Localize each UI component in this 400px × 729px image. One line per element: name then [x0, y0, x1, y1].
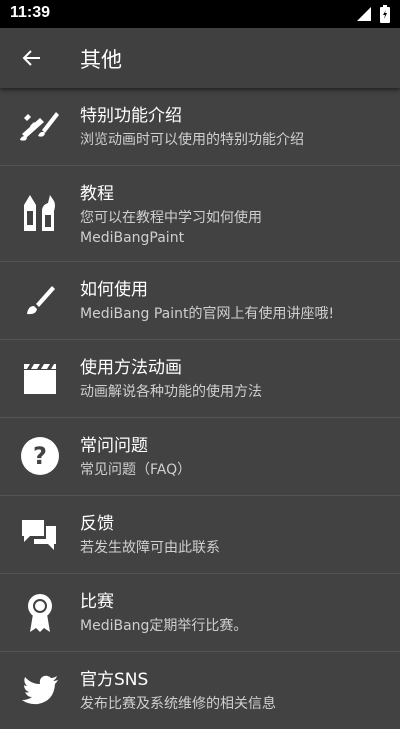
- brush-icon: [18, 278, 62, 322]
- app-bar: 其他: [0, 28, 400, 88]
- settings-list: 特别功能介绍 浏览动画时可以使用的特别功能介绍 教程 您可以在教程中学习如何使用…: [0, 88, 400, 729]
- item-description: 您可以在教程中学习如何使用: [80, 210, 262, 226]
- list-item-faq[interactable]: ? 常问问题 常见问题（FAQ）: [0, 418, 400, 496]
- status-icons: [356, 5, 390, 23]
- item-title: 特别功能介绍: [80, 106, 182, 126]
- twitter-bird-icon: [18, 668, 62, 712]
- item-title: 教程: [80, 184, 114, 204]
- item-description: 发布比赛及系统维修的相关信息: [80, 696, 276, 712]
- item-description: 常见问题（FAQ）: [80, 462, 192, 478]
- ribbon-award-icon: [18, 590, 62, 634]
- item-title: 如何使用: [80, 280, 148, 300]
- svg-text:?: ?: [33, 442, 47, 470]
- status-time: 11:39: [10, 4, 51, 21]
- item-title: 反馈: [80, 514, 114, 534]
- item-description: MediBang Paint的官网上有使用讲座哦!: [80, 306, 335, 322]
- item-description-line2: MediBangPaint: [80, 230, 185, 246]
- back-button[interactable]: [12, 38, 52, 78]
- item-title: 比赛: [80, 592, 114, 612]
- item-title: 常问问题: [80, 436, 148, 456]
- pens-icon: [18, 191, 62, 235]
- item-description: 动画解说各种功能的使用方法: [80, 384, 262, 400]
- list-item-tutorial[interactable]: 教程 您可以在教程中学习如何使用 MediBangPaint: [0, 166, 400, 262]
- item-description: 浏览动画时可以使用的特别功能介绍: [80, 132, 304, 148]
- item-title: 使用方法动画: [80, 358, 182, 378]
- list-item-special-features[interactable]: 特别功能介绍 浏览动画时可以使用的特别功能介绍: [0, 88, 400, 166]
- help-circle-icon: ?: [18, 434, 62, 478]
- list-item-feedback[interactable]: 反馈 若发生故障可由此联系: [0, 496, 400, 574]
- list-item-contest[interactable]: 比赛 MediBang定期举行比赛。: [0, 574, 400, 652]
- arrow-back-icon: [22, 50, 40, 66]
- battery-icon: [380, 5, 390, 23]
- brush-sparkle-icon: [18, 104, 62, 148]
- signal-icon: [357, 7, 371, 21]
- chat-bubbles-icon: [18, 512, 62, 556]
- list-item-video-tutorial[interactable]: 使用方法动画 动画解说各种功能的使用方法: [0, 340, 400, 418]
- page-title: 其他: [80, 48, 122, 72]
- item-title: 官方SNS: [80, 670, 149, 690]
- status-bar: 11:39: [0, 0, 400, 28]
- item-description: 若发生故障可由此联系: [80, 540, 220, 556]
- list-item-how-to-use[interactable]: 如何使用 MediBang Paint的官网上有使用讲座哦!: [0, 262, 400, 340]
- clapperboard-icon: [18, 356, 62, 400]
- list-item-official-sns[interactable]: 官方SNS 发布比赛及系统维修的相关信息: [0, 652, 400, 729]
- item-description: MediBang定期举行比赛。: [80, 618, 248, 634]
